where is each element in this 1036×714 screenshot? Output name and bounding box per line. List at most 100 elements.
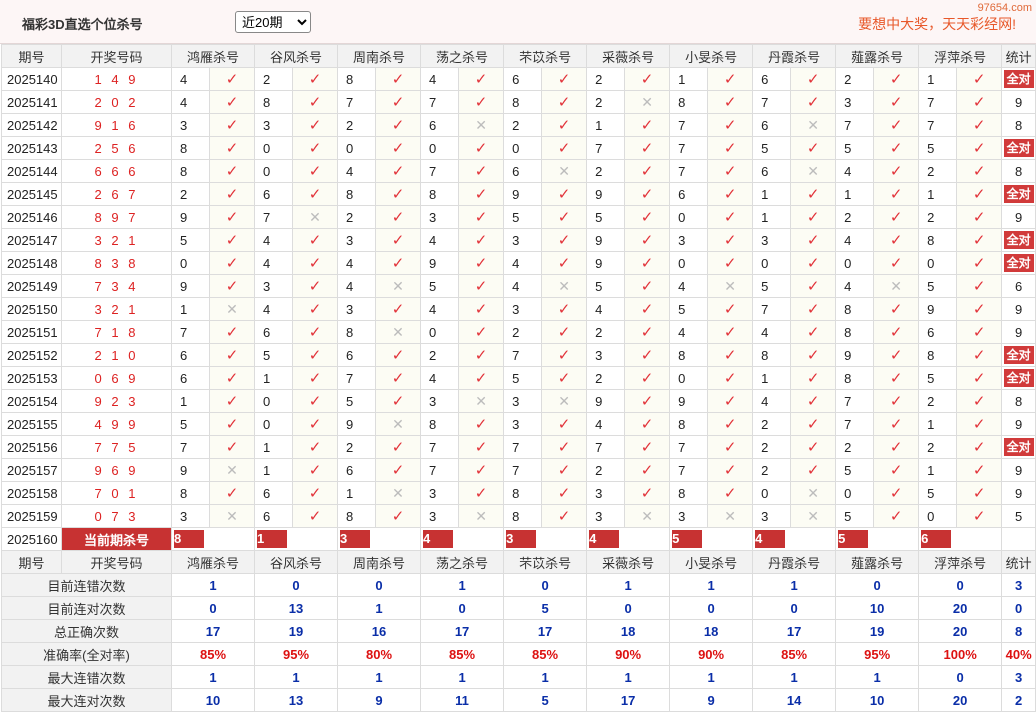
- draw-numbers: 2 6 7: [61, 182, 172, 206]
- row-stat: 全对: [1001, 136, 1036, 160]
- draw-numbers: 2 5 6: [61, 136, 172, 160]
- kill-number: 1: [171, 297, 210, 321]
- cross-icon: ✕: [558, 162, 570, 179]
- stat-value: 1: [254, 665, 339, 689]
- kill-number: 4: [586, 412, 626, 436]
- result-mark: ✕: [790, 481, 837, 505]
- kill-number: 6: [503, 67, 543, 91]
- kill-number: 1: [752, 205, 792, 229]
- all-correct-badge: 全对: [1003, 254, 1034, 272]
- stat-label: 目前连对次数: [1, 596, 172, 620]
- stat-label: 总正确次数: [1, 619, 172, 643]
- result-mark: ✓: [541, 136, 588, 160]
- check-icon: ✓: [474, 255, 488, 272]
- kill-number: 5: [586, 274, 626, 298]
- result-mark: ✓: [208, 251, 256, 275]
- draw-numbers: 7 7 5: [61, 435, 172, 459]
- kill-number: 0: [503, 136, 543, 160]
- result-mark: ✓: [956, 389, 1003, 413]
- check-icon: ✓: [557, 416, 571, 433]
- draw-numbers: 2 0 2: [61, 90, 172, 114]
- result-mark: ✓: [707, 182, 754, 206]
- col-expert-header: 浮萍杀号: [918, 550, 1003, 574]
- stat-value: 10: [170, 688, 256, 712]
- check-icon: ✓: [640, 439, 654, 456]
- check-icon: ✓: [723, 186, 737, 203]
- correct-count: 9: [1015, 416, 1023, 432]
- kill-number: 4: [337, 159, 377, 183]
- result-mark: ✓: [541, 458, 588, 482]
- check-icon: ✓: [972, 462, 986, 479]
- draw-numbers: 2 1 0: [61, 343, 172, 367]
- result-mark: ✓: [375, 136, 422, 160]
- issue-number: 2025158: [1, 481, 62, 505]
- current-kill-cell: 6: [918, 527, 1003, 551]
- result-mark: ✓: [541, 366, 588, 390]
- check-icon: ✓: [806, 439, 820, 456]
- stat-value: 1: [420, 665, 505, 689]
- check-icon: ✓: [391, 117, 405, 134]
- kill-number: 6: [254, 504, 294, 528]
- all-correct-badge: 全对: [1003, 438, 1034, 456]
- correct-count: 8: [1015, 163, 1023, 179]
- cross-icon: ✕: [392, 484, 404, 501]
- kill-number-table: 期号 开奖号码 鸿雁杀号 谷风杀号 周南杀号 荡之杀号 芣苡杀号 采薇杀号 小旻杀号 丹霞杀号 薤露…: [1, 44, 1036, 712]
- kill-number: 4: [420, 366, 460, 390]
- kill-number: 3: [171, 113, 210, 137]
- issue-number: 2025143: [1, 136, 62, 160]
- result-mark: ✓: [873, 458, 920, 482]
- stat-row: 目前连错次数 1 0 0 1 0 1 1 1 0 0 3: [1, 573, 1036, 597]
- kill-number: 3: [586, 504, 626, 528]
- check-icon: ✓: [225, 117, 239, 134]
- kill-number: 0: [669, 205, 709, 229]
- result-mark: ✓: [707, 366, 754, 390]
- kill-number: 8: [171, 159, 210, 183]
- correct-count: 5: [1015, 508, 1023, 524]
- result-mark: ✓: [790, 297, 837, 321]
- kill-number: 3: [503, 412, 543, 436]
- result-mark: ✕: [790, 504, 837, 528]
- result-mark: ✓: [458, 458, 505, 482]
- check-icon: ✓: [474, 485, 488, 502]
- check-icon: ✓: [474, 370, 488, 387]
- kill-number: 4: [835, 159, 875, 183]
- stat-row: 总正确次数 17 19 16 17 17 18 18 17 19 20 8: [1, 619, 1036, 643]
- kill-number: 9: [337, 412, 377, 436]
- kill-number: 6: [254, 182, 294, 206]
- result-mark: ✓: [375, 228, 422, 252]
- check-icon: ✓: [640, 462, 654, 479]
- current-kill-number: 4: [423, 530, 454, 548]
- cross-icon: ✕: [807, 116, 819, 133]
- kill-number: 2: [586, 159, 626, 183]
- result-mark: ✓: [624, 182, 671, 206]
- check-icon: ✓: [640, 117, 654, 134]
- result-mark: ✓: [541, 435, 588, 459]
- kill-number: 2: [586, 67, 626, 91]
- stat-total: 3: [1001, 573, 1036, 597]
- period-select[interactable]: 近20期: [235, 11, 311, 33]
- result-mark: ✓: [873, 343, 920, 367]
- result-mark: ✓: [292, 458, 339, 482]
- kill-number: 7: [669, 113, 709, 137]
- result-mark: ✓: [956, 504, 1003, 528]
- result-mark: ✓: [292, 113, 339, 137]
- result-mark: ✓: [624, 274, 671, 298]
- result-mark: ✕: [458, 389, 505, 413]
- kill-number: 7: [586, 136, 626, 160]
- result-mark: ✓: [624, 320, 671, 344]
- result-mark: ✓: [790, 205, 837, 229]
- kill-number: 9: [835, 343, 875, 367]
- stat-value: 17: [586, 688, 671, 712]
- correct-count: 8: [1015, 117, 1023, 133]
- kill-number: 7: [586, 435, 626, 459]
- kill-number: 4: [420, 67, 460, 91]
- result-mark: ✓: [375, 504, 422, 528]
- result-mark: ✓: [624, 435, 671, 459]
- stat-value: 0: [835, 573, 920, 597]
- kill-number: 2: [503, 113, 543, 137]
- result-mark: ✓: [541, 343, 588, 367]
- kill-number: 6: [503, 159, 543, 183]
- stat-value: 1: [586, 573, 671, 597]
- check-icon: ✓: [972, 508, 986, 525]
- table-row: 2025152 2 1 0 6 ✓ 5 ✓ 6 ✓ 2 ✓ 7 ✓ 3 ✓ 8 ✓ 8 ✓ 9 ✓ 8 ✓ 全对: [1, 343, 1036, 367]
